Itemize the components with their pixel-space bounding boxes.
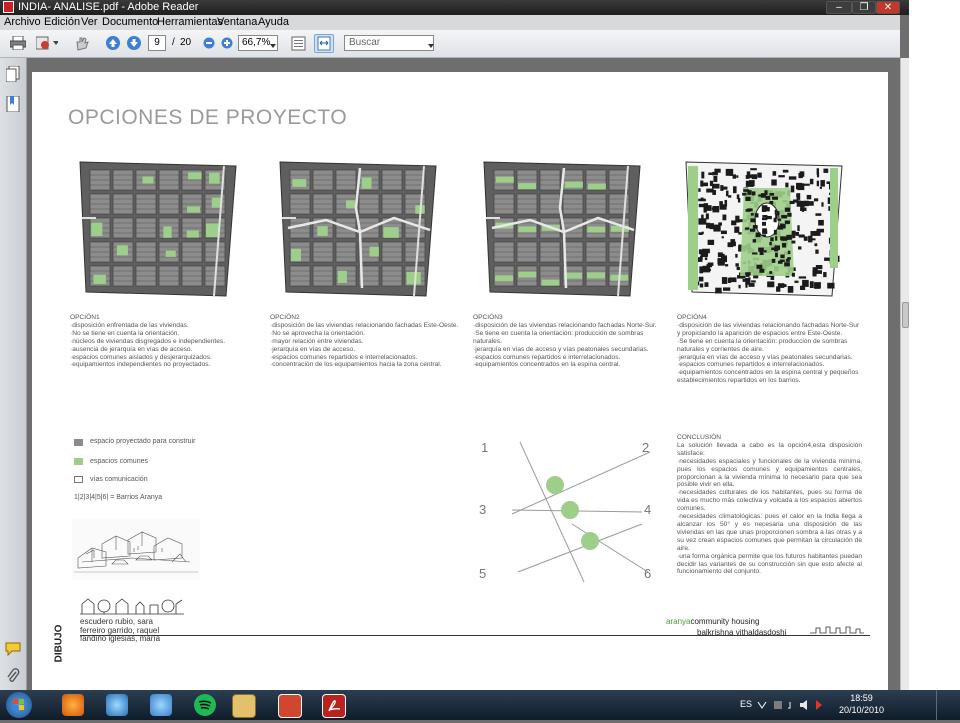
- menu-bar: Archivo Edición Ver Documento Herramient…: [0, 15, 900, 30]
- messenger-icon[interactable]: [150, 694, 172, 716]
- show-desktop-button[interactable]: [936, 690, 960, 720]
- window-title: INDIA- ANALISE.pdf - Adobe Reader: [18, 1, 199, 13]
- page-separator: /: [172, 37, 175, 48]
- zoom-in-icon[interactable]: [221, 37, 233, 49]
- pdf-page: OPCIONES DE PROYECTO OPCIÓN1 ·disposició…: [32, 72, 888, 690]
- language-indicator[interactable]: ES: [740, 699, 752, 709]
- option-4-text: OPCIÓN4 ·disposición de las viviendas re…: [677, 314, 860, 385]
- diagram-label-2: 2: [642, 440, 650, 455]
- explorer-folder-icon[interactable]: [232, 694, 256, 718]
- window-title-bar: INDIA- ANALISE.pdf - Adobe Reader – ❐ ✕: [0, 0, 960, 15]
- house-icons-strip: [80, 598, 184, 615]
- fit-width-icon[interactable]: [314, 34, 334, 53]
- close-button[interactable]: ✕: [876, 1, 900, 14]
- dibujo-vertical-label: DIBUJO: [53, 620, 72, 670]
- powerpoint-icon[interactable]: [278, 694, 302, 718]
- menu-archivo[interactable]: Archivo: [4, 16, 41, 28]
- navigation-panel: [0, 58, 27, 690]
- site-plan-option-1: [79, 161, 237, 297]
- legend-swatch-built: [74, 439, 83, 446]
- scrollbar-thumb[interactable]: [902, 302, 909, 328]
- firefox-icon[interactable]: [62, 694, 84, 716]
- dibujo-label-text: DIBUJO: [53, 624, 65, 663]
- toolbar: 9 / 20 66,7% Buscar: [0, 30, 900, 58]
- legend-swatch-common: [74, 458, 83, 465]
- menu-ayuda[interactable]: Ayuda: [258, 16, 289, 28]
- hand-tool-icon[interactable]: [74, 36, 90, 51]
- menu-documento[interactable]: Documento: [102, 16, 158, 28]
- search-input[interactable]: Buscar: [344, 35, 434, 51]
- maximize-button[interactable]: ❐: [852, 1, 876, 14]
- option-2-text: OPCIÓN2 ·disposición de las viviendas re…: [270, 314, 459, 369]
- share-icon[interactable]: [35, 36, 59, 50]
- authors: escudero rubio, sara ferreiro garrido, r…: [80, 617, 161, 644]
- option-3-text: OPCIÓN3 ·disposición de las viviendas re…: [473, 314, 657, 369]
- clock-date: 20/10/2010: [838, 705, 884, 715]
- menu-herramientas[interactable]: Herramientas: [157, 16, 223, 28]
- footer-brand-aranya: aranya: [666, 617, 691, 626]
- system-tray-icons[interactable]: [756, 698, 822, 710]
- site-plan-option-2: [279, 161, 437, 297]
- legend-label-common: espacios comunes: [90, 458, 148, 465]
- conclusion-text: CONCLUSIÓN La solución llevada a cabo es…: [677, 434, 862, 576]
- footer-brand-community: community housing: [690, 617, 760, 626]
- fit-page-icon[interactable]: [291, 36, 306, 51]
- spotify-icon[interactable]: [194, 694, 216, 716]
- menu-ver[interactable]: Ver: [81, 16, 98, 28]
- start-button[interactable]: [6, 692, 32, 718]
- comments-icon[interactable]: [5, 642, 21, 657]
- next-page-icon[interactable]: [127, 36, 141, 50]
- pages-icon[interactable]: [5, 65, 20, 83]
- previous-page-icon[interactable]: [106, 36, 120, 50]
- chevron-down-icon[interactable]: [270, 41, 276, 48]
- search-options-chevron-icon[interactable]: [428, 41, 434, 48]
- option-1-text: OPCIÓN1 ·disposición enfrentada de las v…: [70, 314, 226, 369]
- attachments-icon[interactable]: [6, 668, 20, 684]
- footer-skyline-icon: [810, 626, 864, 634]
- housing-sketch-image: [72, 518, 200, 580]
- page-number-input[interactable]: 9: [148, 35, 166, 51]
- diagram-label-6: 6: [644, 566, 652, 581]
- minimize-button[interactable]: –: [826, 1, 852, 14]
- system-clock[interactable]: 18:59 20/10/2010: [839, 692, 884, 716]
- legend-label-roads: vías comunicación: [90, 476, 148, 483]
- adobe-reader-taskbar-icon[interactable]: [322, 694, 346, 718]
- update-icon[interactable]: [106, 694, 128, 716]
- bookmarks-icon[interactable]: [6, 95, 20, 113]
- zoom-out-icon[interactable]: [203, 37, 215, 49]
- diagram-label-5: 5: [479, 566, 487, 581]
- site-plan-option-4: [685, 161, 843, 297]
- footer-brand: aranyacommunity housing: [666, 617, 759, 626]
- windows-taskbar: ES 18:59 20/10/2010: [0, 690, 960, 720]
- legend-swatch-roads: [74, 476, 83, 483]
- diagram-label-3: 3: [479, 502, 487, 517]
- barrios-legend: 1|2|3|4|5|6| = Barrios Aranya: [74, 494, 163, 501]
- total-pages: 20: [180, 37, 192, 48]
- desktop-background: [909, 0, 960, 690]
- diagram-label-1: 1: [481, 440, 489, 455]
- menu-edicion[interactable]: Edición: [44, 16, 80, 28]
- diagram-label-4: 4: [644, 502, 652, 517]
- footer-rule: [80, 635, 870, 636]
- clock-time: 18:59: [850, 693, 873, 703]
- adobe-reader-icon: [3, 1, 14, 13]
- menu-ventana[interactable]: Ventana: [217, 16, 257, 28]
- site-plan-option-3: [483, 161, 641, 297]
- legend-label-built: espacio proyectado para construir: [90, 438, 196, 445]
- print-icon[interactable]: [9, 35, 27, 51]
- page-title: OPCIONES DE PROYECTO: [68, 106, 348, 129]
